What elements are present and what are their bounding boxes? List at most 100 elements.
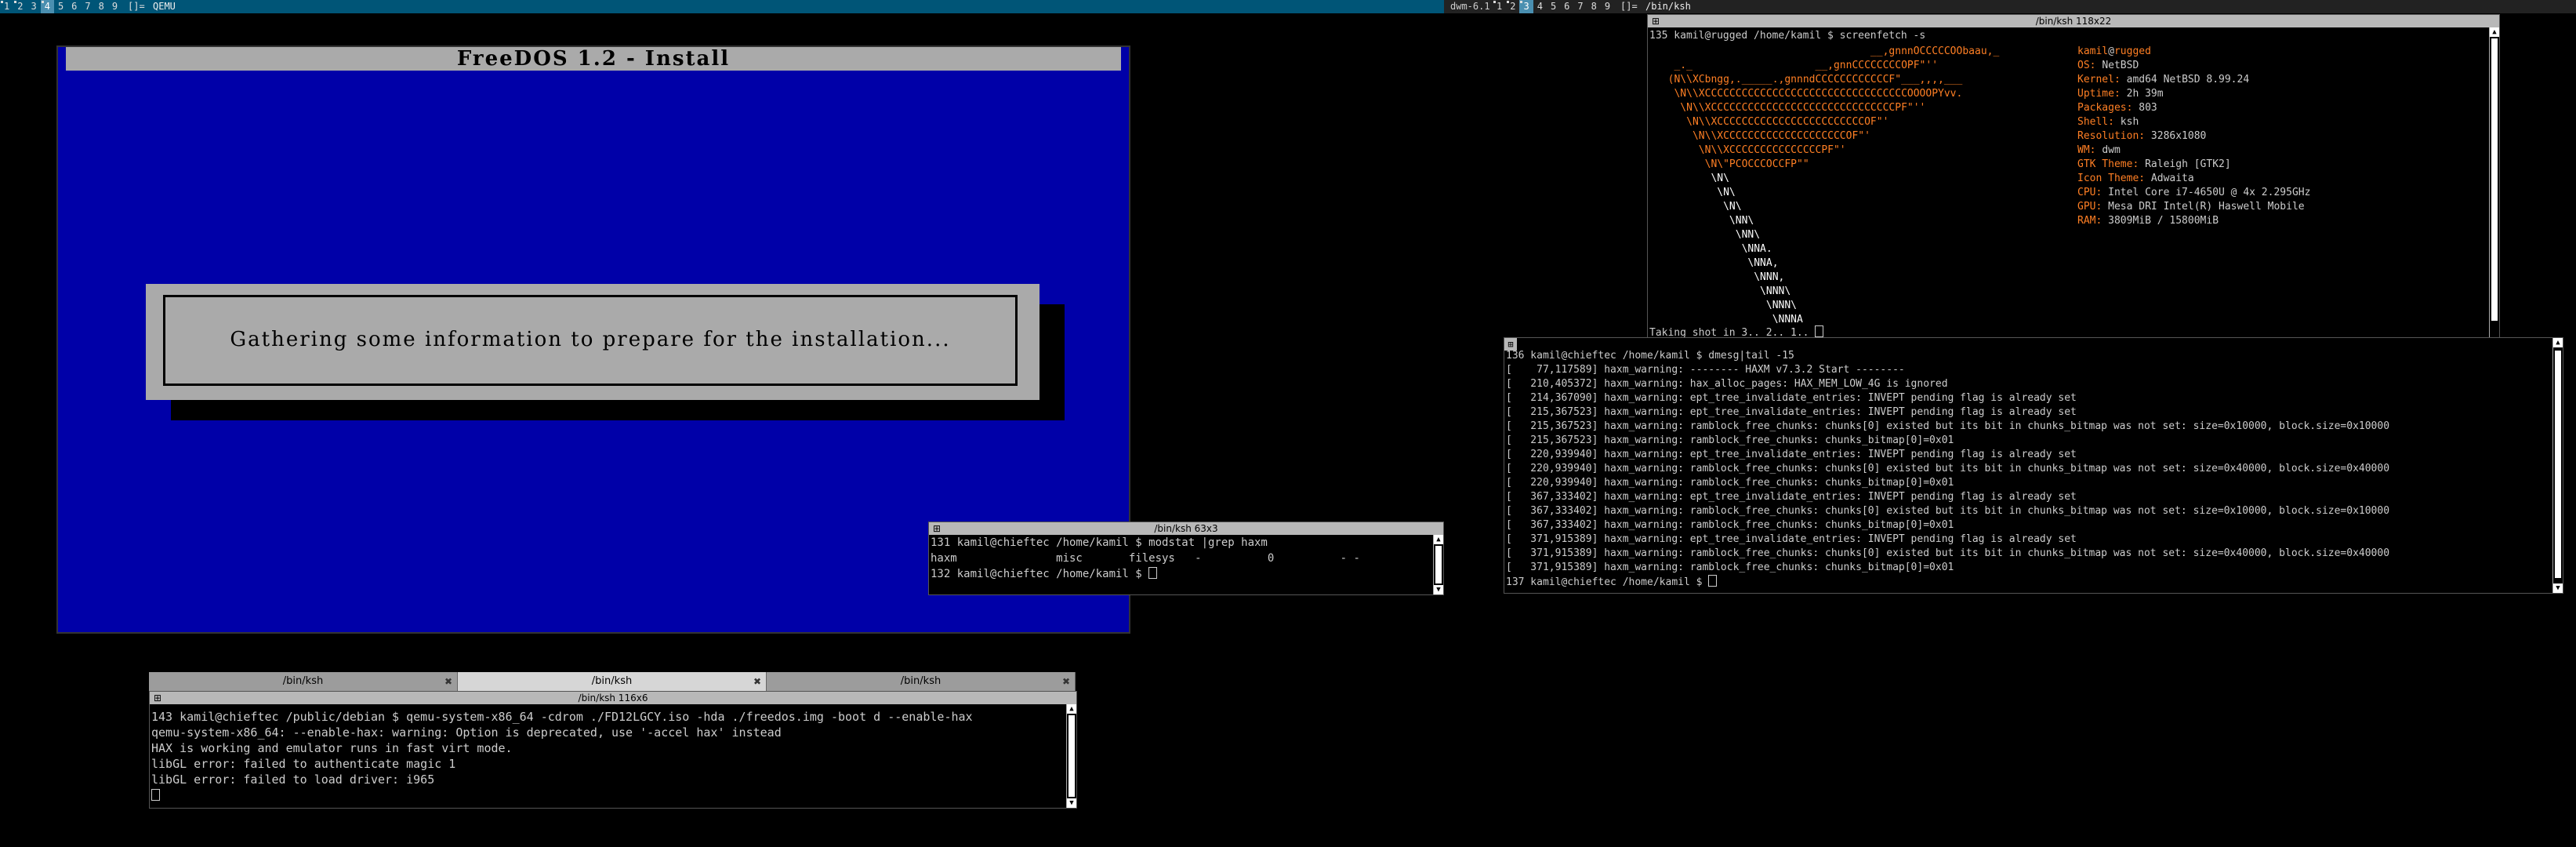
dmesg-line: [ 220,939940] haxm_warning: ept_tree_inv… xyxy=(1506,449,2077,460)
tag-3[interactable]: 3 xyxy=(1519,0,1533,13)
logo-line: \N\ xyxy=(1656,187,1736,198)
info-key: OS: xyxy=(2077,60,2096,71)
tag-9[interactable]: 9 xyxy=(1601,0,1614,13)
scroll-up-arrow-icon[interactable]: ▲ xyxy=(2553,338,2563,347)
dmesg-line: [ 371,915389] haxm_warning: ept_tree_inv… xyxy=(1506,533,2077,545)
dmesg-output: 136 kamil@chieftec /home/kamil $ dmesg|t… xyxy=(1506,349,2389,590)
tag-8[interactable]: 8 xyxy=(1587,0,1601,13)
logo-line: \NNA. xyxy=(1656,243,1772,255)
dmesg-line: [ 367,333402] haxm_warning: ramblock_fre… xyxy=(1506,505,2390,517)
scroll-down-arrow-icon[interactable]: ▼ xyxy=(1434,585,1443,594)
scrollbar-thumb[interactable] xyxy=(2491,38,2498,321)
tab-3[interactable]: /bin/ksh ✖ xyxy=(767,672,1076,691)
scroll-down-arrow-icon[interactable]: ▼ xyxy=(2553,583,2563,593)
dmesg-line: [ 367,333402] haxm_warning: ept_tree_inv… xyxy=(1506,491,2077,503)
dialog-frame: Gathering some information to prepare fo… xyxy=(163,295,1018,386)
info-row: GTK Theme: Raleigh [GTK2] xyxy=(2077,158,2310,172)
dmesg-line: [ 215,367523] haxm_warning: ramblock_fre… xyxy=(1506,420,2390,432)
tag-3[interactable]: 3 xyxy=(27,0,40,13)
dmesg-line: [ 371,915389] haxm_warning: ramblock_fre… xyxy=(1506,547,2390,559)
scroll-up-arrow-icon[interactable]: ▲ xyxy=(1434,535,1443,544)
scrollbar-thumb[interactable] xyxy=(1068,715,1075,797)
info-key: Icon Theme: xyxy=(2077,173,2146,184)
text-cursor xyxy=(151,789,160,801)
tab-1[interactable]: /bin/ksh ✖ xyxy=(149,672,458,691)
scroll-down-arrow-icon[interactable]: ▼ xyxy=(1067,798,1076,808)
tag-5[interactable]: 5 xyxy=(54,0,67,13)
info-row: CPU: Intel Core i7-4650U @ 4x 2.295GHz xyxy=(2077,186,2310,200)
info-row: RAM: 3809MiB / 15800MiB xyxy=(2077,214,2310,228)
screenfetch-terminal[interactable]: ⊞ /bin/ksh 118x22 135 kamil@rugged /home… xyxy=(1647,14,2500,350)
dmesg-line: [ 215,367523] haxm_warning: ramblock_fre… xyxy=(1506,434,1954,446)
terminal-line: libGL error: failed to authenticate magi… xyxy=(151,757,456,771)
tag-list-right: 123456789 xyxy=(1493,0,1614,13)
tab-label: /bin/ksh xyxy=(900,675,942,687)
logo-line: \N\ xyxy=(1656,201,1742,213)
modstat-output: 131 kamil@chieftec /home/kamil $ modstat… xyxy=(931,535,1360,582)
info-value: dwm xyxy=(2102,144,2121,156)
tag-6[interactable]: 6 xyxy=(67,0,81,13)
info-row: GPU: Mesa DRI Intel(R) Haswell Mobile xyxy=(2077,200,2310,214)
tag-4[interactable]: 4 xyxy=(40,0,54,13)
info-key: Uptime: xyxy=(2077,88,2121,100)
tag-2[interactable]: 2 xyxy=(1506,0,1519,13)
scrollbar[interactable]: ▲ ▼ xyxy=(1433,535,1443,594)
window-title: /bin/ksh 116x6 xyxy=(578,693,648,703)
logo-line: \N\\XCCCCCCCCCCCCCCCCCCCCCCCCOF"' xyxy=(1656,116,1889,128)
scrollbar-thumb[interactable] xyxy=(2555,351,2561,578)
info-key: RAM: xyxy=(2077,215,2103,227)
occupied-indicator xyxy=(1507,1,1510,3)
tag-8[interactable]: 8 xyxy=(95,0,108,13)
info-key: Packages: xyxy=(2077,102,2133,114)
window-menu-icon[interactable]: ⊞ xyxy=(1651,16,1660,26)
window-titlebar: ⊞ /bin/ksh 63x3 xyxy=(929,522,1443,535)
tag-1[interactable]: 1 xyxy=(0,0,13,13)
logo-line: __,gnnnOCCCCCOObaau,_ xyxy=(1656,45,2000,57)
scrollbar[interactable]: ▲ ▼ xyxy=(1066,704,1076,808)
tag-2[interactable]: 2 xyxy=(13,0,27,13)
tag-7[interactable]: 7 xyxy=(81,0,94,13)
scroll-up-arrow-icon[interactable]: ▲ xyxy=(1067,704,1076,714)
occupied-indicator xyxy=(1493,1,1496,3)
scrollbar[interactable]: ▲ ▼ xyxy=(2489,27,2499,349)
dmesg-terminal[interactable]: ⊞ 136 kamil@chieftec /home/kamil $ dmesg… xyxy=(1504,337,2563,594)
occupied-indicator xyxy=(1520,1,1523,3)
text-cursor xyxy=(1708,575,1718,587)
window-menu-icon[interactable]: ⊞ xyxy=(932,524,942,533)
scroll-up-arrow-icon[interactable]: ▲ xyxy=(2490,27,2499,37)
logo-line: \N\\XCCCCCCCCCCCCCCCCCCCCOF"' xyxy=(1656,130,1870,142)
layout-indicator[interactable]: []= xyxy=(1620,0,1638,13)
tag-6[interactable]: 6 xyxy=(1560,0,1573,13)
info-value: amd64 NetBSD 8.99.24 xyxy=(2126,74,2250,85)
info-value: 2h 39m xyxy=(2126,88,2164,100)
info-key: kamil xyxy=(2077,45,2109,57)
scrollbar[interactable]: ▲ ▼ xyxy=(2552,338,2563,593)
close-tab-icon[interactable]: ✖ xyxy=(1062,672,1070,691)
close-tab-icon[interactable]: ✖ xyxy=(444,672,452,691)
info-value: Mesa DRI Intel(R) Haswell Mobile xyxy=(2108,201,2305,213)
layout-indicator[interactable]: []= xyxy=(128,0,145,13)
logo-line: \N\\XCCCCCCCCCCCCCCCPF"' xyxy=(1656,144,1846,156)
logo-line: \NNN\ xyxy=(1656,300,1798,311)
tab-2[interactable]: /bin/ksh ✖ xyxy=(458,672,767,691)
info-row: Kernel: amd64 NetBSD 8.99.24 xyxy=(2077,73,2310,87)
modstat-terminal[interactable]: ⊞ /bin/ksh 63x3 131 kamil@chieftec /home… xyxy=(928,522,1444,595)
tag-1[interactable]: 1 xyxy=(1493,0,1506,13)
qemu-launch-terminal[interactable]: ⊞ /bin/ksh 116x6 143 kamil@chieftec /pub… xyxy=(149,691,1077,809)
terminal-line: 143 kamil@chieftec /public/debian $ qemu… xyxy=(151,710,973,724)
top-bar-left: 123456789 []= QEMU xyxy=(0,0,1444,13)
dmesg-line: [ 77,117589] haxm_warning: -------- HAXM… xyxy=(1506,364,1905,376)
logo-line: \N\\XCCCCCCCCCCCCCCCCCCCCCCCCCCCCCCCCCOO… xyxy=(1656,88,1963,100)
info-row: Icon Theme: Adwaita xyxy=(2077,172,2310,186)
window-menu-icon[interactable]: ⊞ xyxy=(153,693,162,703)
tag-7[interactable]: 7 xyxy=(1573,0,1587,13)
info-value: Adwaita xyxy=(2150,173,2194,184)
tag-5[interactable]: 5 xyxy=(1547,0,1560,13)
tag-4[interactable]: 4 xyxy=(1533,0,1547,13)
window-titlebar: ⊞ /bin/ksh 116x6 xyxy=(150,692,1076,704)
scrollbar-thumb[interactable] xyxy=(1435,546,1442,583)
tag-9[interactable]: 9 xyxy=(108,0,122,13)
prompt-line: 132 kamil@chieftec /home/kamil $ xyxy=(931,566,1360,582)
info-separator: @ xyxy=(2108,45,2114,57)
close-tab-icon[interactable]: ✖ xyxy=(753,672,761,691)
